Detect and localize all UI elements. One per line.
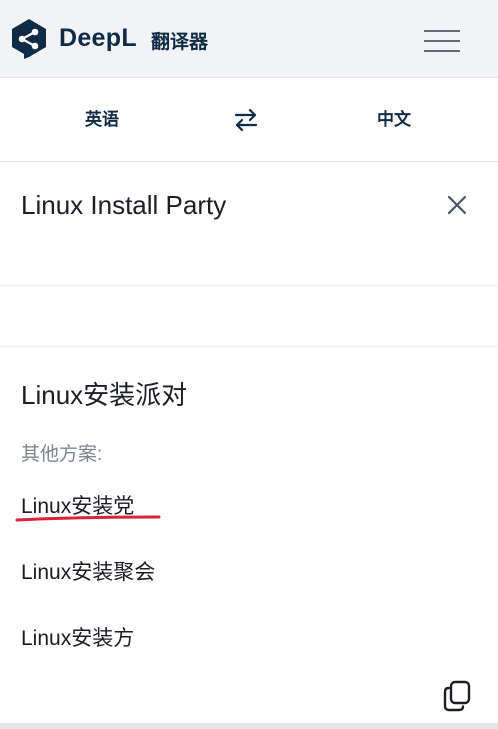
alternative-item[interactable]: Linux安装方 — [21, 622, 134, 652]
alternatives-label: 其他方案: — [21, 444, 103, 465]
language-bar: 英语 中文 — [0, 78, 498, 162]
bottom-divider — [0, 723, 498, 729]
target-language-button[interactable]: 中文 — [352, 78, 436, 162]
source-panel-footer — [0, 286, 498, 347]
translation-result-panel: Linux安装派对 其他方案: Linux安装党 Linux安装聚会 Linux… — [0, 347, 498, 723]
copy-icon[interactable] — [442, 680, 472, 712]
deepl-logo-icon[interactable] — [10, 18, 48, 60]
source-language-button[interactable]: 英语 — [60, 78, 144, 162]
alternative-item[interactable]: Linux安装聚会 — [21, 556, 155, 586]
hamburger-menu-icon[interactable] — [424, 28, 460, 54]
close-icon[interactable] — [444, 192, 470, 218]
annotation-underline — [15, 515, 161, 522]
brand-name[interactable]: DeepL — [59, 24, 137, 53]
source-text-input[interactable]: Linux Install Party — [21, 190, 226, 221]
brand-subtitle: 翻译器 — [151, 32, 209, 53]
app-header: DeepL 翻译器 — [0, 0, 498, 78]
source-text-panel[interactable]: Linux Install Party — [0, 162, 498, 286]
swap-arrows-icon[interactable] — [230, 104, 262, 136]
translation-main[interactable]: Linux安装派对 — [21, 375, 187, 412]
